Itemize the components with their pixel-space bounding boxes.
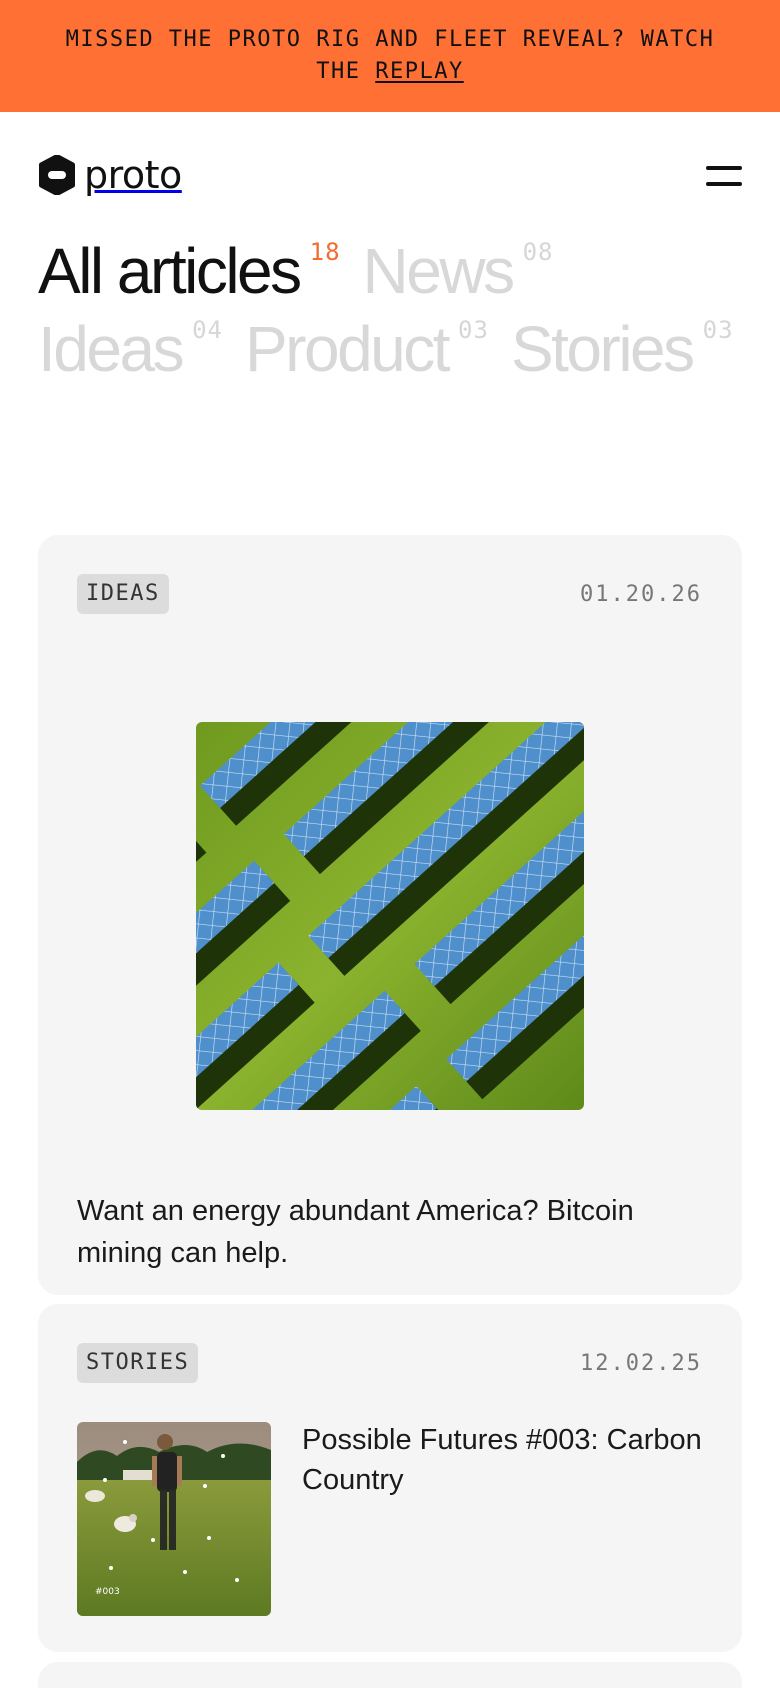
filter-label: Stories — [510, 313, 695, 385]
filter-count: 18 — [309, 238, 341, 266]
brand-name: proto — [84, 153, 182, 197]
thumbnail-caption: #003 — [95, 1587, 120, 1597]
article-date: 01.20.26 — [580, 582, 702, 607]
filter-news[interactable]: News 08 — [363, 232, 554, 310]
filter-count: 08 — [522, 238, 554, 266]
article-title: Want an energy abundant America? Bitcoin… — [77, 1195, 634, 1269]
proto-logo-icon — [39, 155, 75, 195]
article-date: 12.02.25 — [580, 1351, 702, 1376]
article-card-partial[interactable] — [38, 1662, 742, 1688]
filter-ideas[interactable]: Ideas 04 — [38, 310, 223, 388]
site-header: proto — [38, 152, 742, 200]
filter-count: 03 — [702, 316, 734, 344]
category-tag: STORIES — [77, 1343, 199, 1383]
hamburger-menu-icon[interactable] — [706, 164, 742, 188]
filter-label: Product — [244, 313, 451, 385]
category-tag: IDEAS — [77, 574, 169, 614]
filter-label: Ideas — [38, 313, 185, 385]
filter-label: All articles — [38, 235, 302, 307]
replay-link[interactable]: REPLAY — [375, 59, 463, 84]
filter-product[interactable]: Product 03 — [245, 310, 489, 388]
carbon-country-thumbnail: #003 — [77, 1422, 271, 1616]
menu-bar-bottom — [706, 182, 742, 186]
menu-bar-top — [706, 166, 742, 170]
filter-count: 03 — [458, 316, 489, 344]
article-title: Possible Futures #003: Carbon Country — [302, 1424, 702, 1496]
filter-label: News — [362, 235, 516, 307]
filter-all-articles[interactable]: All articles 18 — [38, 232, 341, 310]
article-card[interactable]: STORIES 12.02.25 #003 Possible Futures #… — [38, 1304, 742, 1652]
announcement-banner: MISSED THE PROTO RIG AND FLEET REVEAL? W… — [0, 0, 780, 112]
solar-farm-image — [196, 722, 584, 1110]
announcement-text: MISSED THE PROTO RIG AND FLEET REVEAL? W… — [50, 24, 730, 88]
article-card[interactable]: IDEAS 01.20.26 Want an energy abundant A… — [38, 535, 742, 1295]
filter-count: 04 — [192, 316, 223, 344]
article-category-filters: All articles 18 News 08 Ideas 04 Product… — [38, 232, 742, 388]
filter-stories[interactable]: Stories 03 — [511, 310, 734, 388]
home-logo-link[interactable]: proto — [38, 155, 182, 195]
